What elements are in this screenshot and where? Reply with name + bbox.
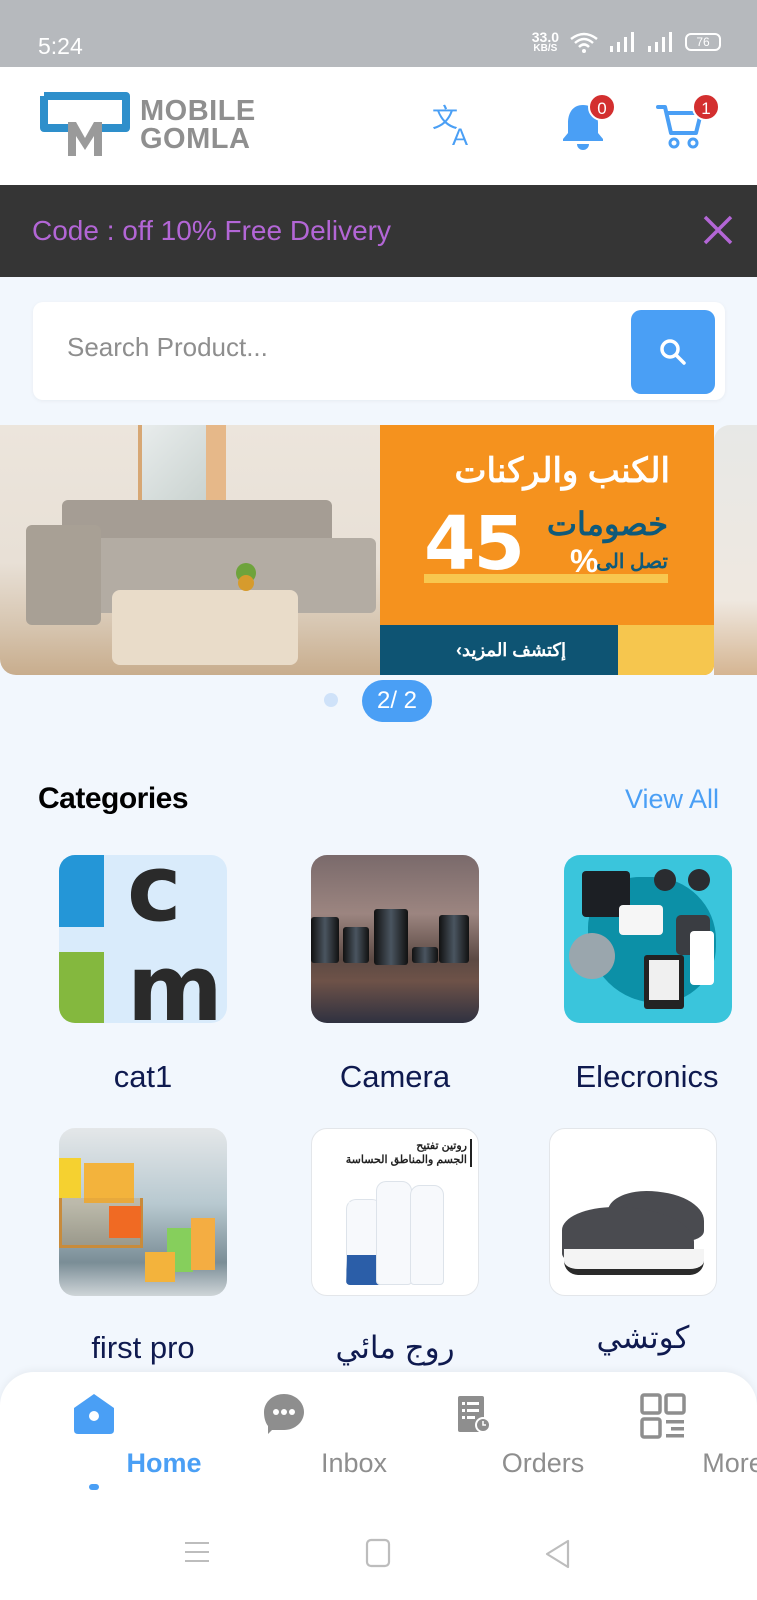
logo-mark-icon	[40, 92, 130, 156]
category-image: cm	[59, 855, 227, 1023]
status-icons: 33.0 KB/S 76	[532, 30, 721, 54]
banner-upto: تصل الى	[596, 551, 668, 573]
signal-icon	[610, 32, 634, 52]
search-input[interactable]	[67, 332, 607, 363]
promo-banner-carousel[interactable]: الكنب والركنات 45 % خصومات تصل الى إكتشف…	[0, 425, 757, 675]
battery-icon: 76	[685, 33, 721, 51]
menu-icon	[185, 1542, 209, 1562]
translate-icon: 文 A	[432, 104, 468, 151]
nav-label: Orders	[501, 1448, 585, 1478]
banner-percent-sign: %	[570, 543, 599, 579]
category-label: first pro	[91, 1330, 195, 1365]
cart-button[interactable]: 1	[656, 93, 720, 156]
nav-item-inbox[interactable]: Inbox	[214, 1392, 387, 1492]
search-bar	[33, 302, 725, 400]
logo-text: MOBILE GOMLA	[140, 95, 256, 155]
category-label: كوتشي	[596, 1320, 690, 1355]
active-indicator	[89, 1484, 99, 1490]
category-image-caption: روتين تفتيح الجسم والمناطق الحساسة	[346, 1139, 472, 1167]
category-image	[311, 855, 479, 1023]
banner-cta-button[interactable]: إكتشف المزيد›	[380, 625, 618, 675]
system-back-button[interactable]	[544, 1538, 572, 1575]
category-image	[564, 855, 732, 1023]
category-label: cat1	[113, 1059, 173, 1094]
nav-label: Home	[126, 1448, 202, 1478]
category-label: Camera	[339, 1059, 451, 1094]
banner-title: الكنب والركنات	[454, 452, 670, 490]
status-time: 5:24	[38, 33, 83, 59]
promo-text: Code : off 10% Free Delivery	[32, 215, 391, 246]
category-image	[549, 1128, 717, 1296]
categories-title: Categories	[38, 782, 189, 815]
banner-sofa-image	[0, 425, 380, 675]
category-item[interactable]: كوتشي	[523, 1128, 757, 1388]
orders-icon	[458, 1396, 491, 1433]
pager-dot[interactable]	[324, 693, 338, 707]
system-home-button[interactable]	[364, 1538, 392, 1573]
nav-label: More	[702, 1448, 757, 1478]
home-icon	[74, 1394, 114, 1434]
grid-icon	[640, 1393, 686, 1439]
svg-text:A: A	[452, 124, 468, 149]
home-square-icon	[365, 1538, 391, 1568]
network-speed: 33.0 KB/S	[531, 29, 559, 54]
category-item[interactable]: cm cat1	[23, 855, 263, 1115]
logo[interactable]: MOBILE GOMLA	[38, 92, 256, 158]
chat-icon	[264, 1394, 304, 1434]
banner-next-slide-peek	[714, 425, 757, 675]
view-all-link[interactable]: View All	[625, 784, 719, 815]
system-menu-button[interactable]	[183, 1538, 211, 1571]
search-button[interactable]	[631, 310, 715, 394]
cart-badge: 1	[692, 93, 720, 121]
notifications-button[interactable]: 0	[560, 93, 616, 156]
category-item[interactable]: Elecronics	[527, 855, 757, 1115]
system-nav-bar	[0, 1530, 757, 1580]
category-image	[59, 1128, 227, 1296]
category-image: روتين تفتيح الجسم والمناطق الحساسة	[311, 1128, 479, 1296]
signal-icon-2	[648, 32, 672, 52]
category-item[interactable]: first pro	[23, 1128, 263, 1388]
banner-subtitle: خصومات	[546, 506, 668, 542]
category-item[interactable]: Camera	[275, 855, 515, 1115]
carousel-pager: 2/ 2	[0, 678, 757, 722]
app-header: MOBILE GOMLA 文 A 0 1	[0, 67, 757, 185]
search-icon	[660, 339, 686, 365]
nav-item-orders[interactable]: Orders	[403, 1392, 584, 1492]
banner-percent: 45	[424, 501, 525, 587]
back-icon	[545, 1539, 570, 1569]
promo-bar: Code : off 10% Free Delivery	[0, 185, 757, 277]
promo-close-button[interactable]	[701, 213, 735, 247]
status-bar: 5:24 33.0 KB/S 76	[0, 0, 757, 67]
wifi-icon	[570, 32, 598, 53]
nav-item-more[interactable]: More	[593, 1392, 757, 1492]
pager-indicator: 2/ 2	[362, 680, 432, 722]
nav-item-home[interactable]: Home	[24, 1392, 202, 1492]
category-label: روج مائي	[335, 1330, 455, 1365]
translate-button[interactable]: 文 A	[430, 101, 478, 154]
banner-ad: الكنب والركنات 45 % خصومات تصل الى إكتشف…	[380, 425, 714, 675]
close-icon	[703, 215, 733, 245]
category-label: Elecronics	[575, 1059, 719, 1094]
category-item[interactable]: روتين تفتيح الجسم والمناطق الحساسة روج م…	[275, 1128, 515, 1388]
notifications-badge: 0	[588, 93, 616, 121]
